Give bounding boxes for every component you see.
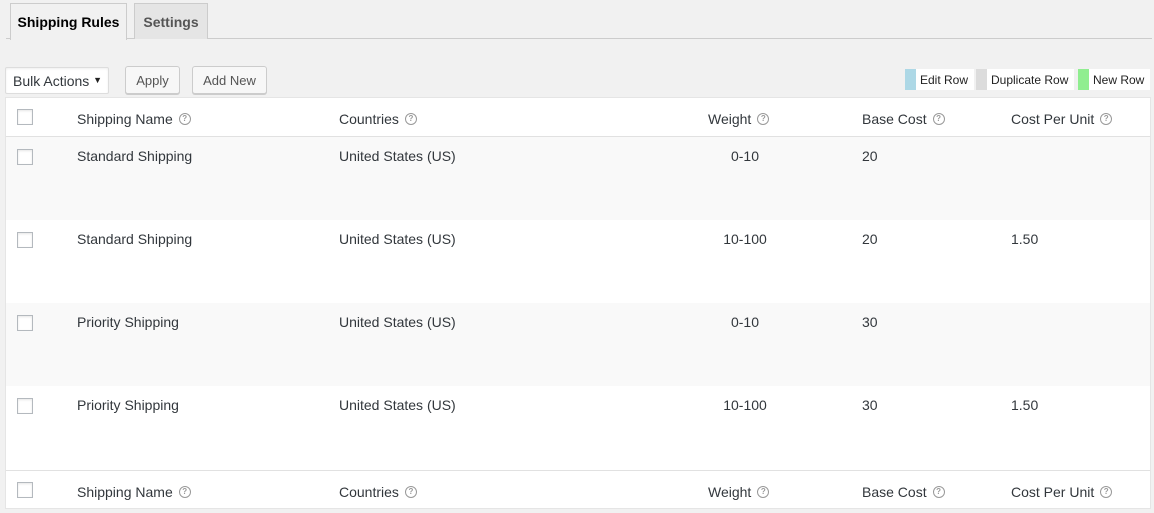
cell-weight: 10-100 (723, 397, 767, 413)
column-footer-label: Cost Per Unit (1011, 484, 1095, 500)
cell-base-cost: 30 (862, 397, 878, 413)
cell-cost-per-unit: 1.50 (1011, 397, 1039, 413)
table-row[interactable]: Priority Shipping United States (US) 10-… (6, 386, 1150, 469)
cell-shipping-name: Standard Shipping (77, 231, 193, 247)
column-header-shipping-name[interactable]: Shipping Name? (77, 111, 191, 127)
table-header-row: Shipping Name? Countries? Weight? Base C… (6, 98, 1150, 137)
help-icon[interactable]: ? (932, 486, 945, 498)
cell-shipping-name: Priority Shipping (77, 397, 179, 413)
cell-cost-per-unit: 1.50 (1011, 231, 1039, 247)
help-icon[interactable]: ? (404, 113, 417, 125)
help-icon[interactable]: ? (178, 113, 191, 125)
column-header-cost-per-unit[interactable]: Cost Per Unit? (1011, 111, 1113, 127)
cell-shipping-name: Standard Shipping (77, 148, 193, 164)
cell-base-cost: 20 (862, 148, 878, 164)
cell-base-cost: 20 (862, 231, 878, 247)
bulk-actions-select[interactable]: Bulk Actions ▼ (5, 67, 109, 94)
column-footer-base-cost[interactable]: Base Cost? (862, 484, 945, 500)
chevron-down-icon: ▼ (93, 75, 102, 85)
legend-new-row: New Row (1078, 69, 1151, 90)
legend-swatch-edit (905, 69, 916, 90)
cell-shipping-name: Priority Shipping (77, 314, 179, 330)
cell-countries: United States (US) (339, 314, 456, 330)
legend-label-new: New Row (1089, 69, 1151, 90)
column-footer-label: Countries (339, 484, 399, 500)
cell-weight: 10-100 (723, 231, 767, 247)
row-checkbox[interactable] (17, 149, 33, 165)
column-footer-shipping-name[interactable]: Shipping Name? (77, 484, 191, 500)
help-icon[interactable]: ? (757, 113, 770, 125)
legend-duplicate-row: Duplicate Row (976, 69, 1075, 90)
cell-weight: 0-10 (730, 314, 760, 330)
legend-swatch-duplicate (976, 69, 987, 90)
column-header-label: Base Cost (862, 111, 927, 127)
column-header-label: Cost Per Unit (1011, 111, 1095, 127)
column-header-weight[interactable]: Weight? (708, 111, 770, 127)
legend-label-edit: Edit Row (916, 69, 975, 90)
column-footer-label: Base Cost (862, 484, 927, 500)
cell-weight: 0-10 (730, 148, 760, 164)
help-icon[interactable]: ? (757, 486, 770, 498)
row-checkbox[interactable] (17, 398, 33, 414)
help-icon[interactable]: ? (1100, 113, 1113, 125)
cell-countries: United States (US) (339, 148, 456, 164)
table-footer-row: Shipping Name? Countries? Weight? Base C… (6, 470, 1150, 509)
column-header-label: Shipping Name (77, 111, 173, 127)
column-header-label: Countries (339, 111, 399, 127)
column-header-countries[interactable]: Countries? (339, 111, 417, 127)
row-checkbox[interactable] (17, 232, 33, 248)
cell-countries: United States (US) (339, 397, 456, 413)
table-row[interactable]: Priority Shipping United States (US) 0-1… (6, 303, 1150, 386)
help-icon[interactable]: ? (178, 486, 191, 498)
select-all-checkbox-footer[interactable] (17, 482, 33, 498)
help-icon[interactable]: ? (932, 113, 945, 125)
table-row[interactable]: Standard Shipping United States (US) 0-1… (6, 137, 1150, 220)
shipping-rules-table: Shipping Name? Countries? Weight? Base C… (5, 97, 1151, 509)
cell-countries: United States (US) (339, 231, 456, 247)
apply-button[interactable]: Apply (125, 66, 180, 94)
column-header-base-cost[interactable]: Base Cost? (862, 111, 945, 127)
bulk-actions-label: Bulk Actions (13, 72, 90, 89)
legend-edit-row: Edit Row (905, 69, 975, 90)
legend-label-duplicate: Duplicate Row (987, 69, 1075, 90)
column-footer-countries[interactable]: Countries? (339, 484, 417, 500)
column-footer-cost-per-unit[interactable]: Cost Per Unit? (1011, 484, 1113, 500)
cell-base-cost: 30 (862, 314, 878, 330)
add-new-button[interactable]: Add New (192, 66, 267, 94)
table-row[interactable]: Standard Shipping United States (US) 10-… (6, 220, 1150, 303)
legend-swatch-new (1078, 69, 1089, 90)
row-checkbox[interactable] (17, 315, 33, 331)
tab-bar: Shipping Rules Settings (6, 0, 1152, 40)
column-footer-weight[interactable]: Weight? (708, 484, 770, 500)
tab-settings[interactable]: Settings (134, 3, 208, 39)
select-all-checkbox[interactable] (17, 109, 33, 125)
column-header-label: Weight (708, 111, 752, 127)
column-footer-label: Weight (708, 484, 752, 500)
help-icon[interactable]: ? (404, 486, 417, 498)
help-icon[interactable]: ? (1100, 486, 1113, 498)
column-footer-label: Shipping Name (77, 484, 173, 500)
tab-shipping-rules[interactable]: Shipping Rules (10, 3, 127, 40)
